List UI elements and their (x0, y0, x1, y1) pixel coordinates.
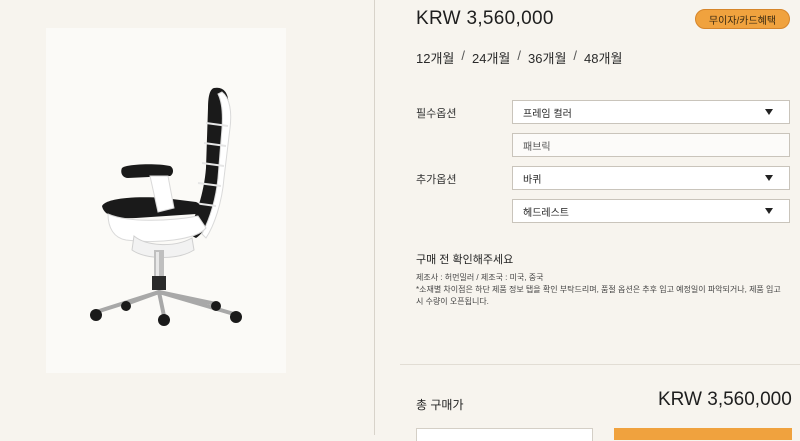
product-price: KRW 3,560,000 (416, 8, 554, 29)
office-chair-illustration (90, 87, 242, 326)
material-notice: *소재별 차이점은 하단 제품 정보 탭을 확인 부탁드리며, 품절 옵션은 추… (416, 285, 781, 306)
installment-separator: / (517, 48, 522, 63)
frame-color-select-value: 프레임 컬러 (523, 108, 572, 120)
total-price-value: KRW 3,560,000 (658, 389, 792, 410)
required-options-label: 필수옵션 (416, 108, 457, 120)
wheels-select-value: 바퀴 (523, 174, 542, 186)
pane-divider (374, 0, 375, 435)
installment-separator: / (461, 48, 466, 63)
purchase-button[interactable] (614, 428, 792, 440)
installment-separator: / (573, 48, 578, 63)
total-divider (400, 364, 800, 365)
headrest-select-value: 헤드레스트 (523, 207, 569, 219)
card-benefit-button[interactable]: 무이자/카드혜택 (695, 9, 790, 29)
headrest-select[interactable]: 헤드레스트 (512, 199, 790, 223)
chevron-down-icon (765, 109, 773, 115)
chevron-down-icon (765, 175, 773, 181)
product-image (46, 28, 286, 373)
installment-24[interactable]: 24개월 (472, 48, 510, 67)
frame-color-select[interactable]: 프레임 컬러 (512, 100, 790, 124)
chevron-down-icon (765, 208, 773, 214)
manufacturer-info: 제조사 : 허먼밀러 / 제조국 : 미국, 중국 (416, 273, 544, 282)
wheels-select[interactable]: 바퀴 (512, 166, 790, 190)
notice-title: 구매 전 확인해주세요 (416, 254, 514, 266)
installment-48[interactable]: 48개월 (584, 48, 622, 67)
fabric-select-value: 패브릭 (523, 141, 551, 153)
total-price-label: 총 구매가 (416, 398, 464, 412)
installment-options: 12개월 / 24개월 / 36개월 / 48개월 (416, 48, 622, 67)
notice-text: 제조사 : 허먼밀러 / 제조국 : 미국, 중국 *소재별 차이점은 하단 제… (416, 272, 786, 308)
fabric-select[interactable]: 패브릭 (512, 133, 790, 157)
additional-options-label: 추가옵션 (416, 174, 457, 186)
installment-12[interactable]: 12개월 (416, 48, 454, 67)
installment-36[interactable]: 36개월 (528, 48, 566, 67)
product-image-pane (0, 0, 374, 435)
